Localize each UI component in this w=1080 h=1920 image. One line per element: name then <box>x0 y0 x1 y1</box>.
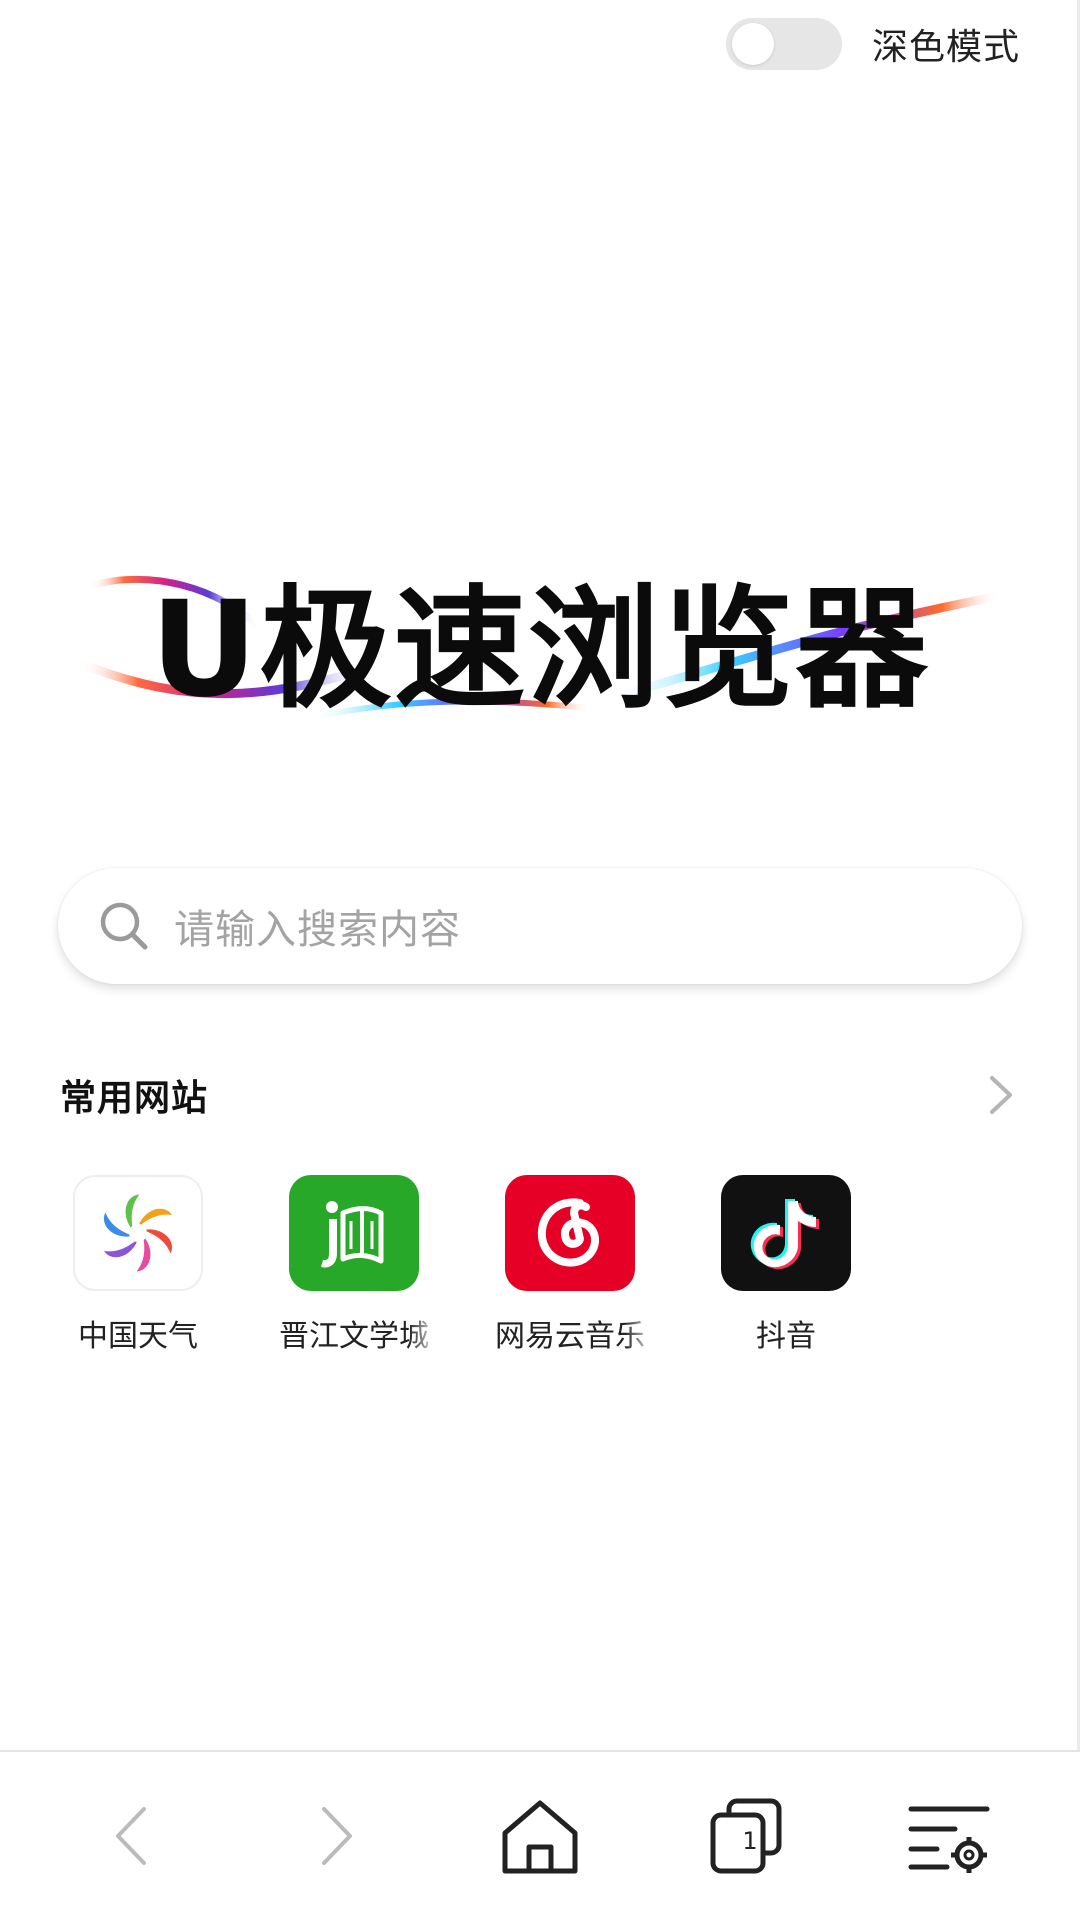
home-button[interactable] <box>485 1781 595 1891</box>
site-jjwxc[interactable]: 晋江文学城 <box>246 1175 462 1355</box>
search-icon <box>100 902 148 950</box>
dark-mode-label: 深色模式 <box>871 27 1020 68</box>
menu-settings-icon <box>908 1806 990 1873</box>
common-sites-title: 常用网站 <box>60 1078 209 1119</box>
dark-mode-control: 深色模式 <box>725 18 1020 70</box>
back-button[interactable] <box>77 1781 187 1891</box>
site-douyin[interactable]: 抖音 <box>678 1175 894 1355</box>
site-label: 中国天气 <box>78 1319 198 1354</box>
forward-button[interactable] <box>281 1781 391 1891</box>
site-netease-music[interactable]: 网易云音乐 <box>462 1175 678 1355</box>
menu-button[interactable] <box>893 1781 1003 1891</box>
china-weather-icon <box>73 1175 203 1291</box>
toggle-knob <box>731 23 774 65</box>
common-sites-header: 常用网站 <box>60 1065 1020 1125</box>
douyin-icon <box>721 1175 851 1291</box>
netease-music-icon <box>505 1175 635 1291</box>
chevron-right-icon[interactable] <box>980 1070 1020 1120</box>
dark-mode-toggle[interactable] <box>725 18 842 70</box>
browser-home-page: 深色模式 U极速浏览器 请输入搜索内容 常用网站 中国天气 晋江文学城 网易云音… <box>0 0 1080 1920</box>
site-label: 晋江文学城 <box>279 1319 429 1354</box>
common-sites-grid: 中国天气 晋江文学城 网易云音乐 抖音 <box>30 1175 894 1355</box>
home-icon <box>502 1800 578 1874</box>
chevron-right-icon <box>322 1807 352 1865</box>
jjwxc-icon <box>289 1175 419 1291</box>
site-china-weather[interactable]: 中国天气 <box>30 1175 246 1355</box>
tabs-count: 1 <box>742 1827 758 1855</box>
chevron-left-icon <box>116 1807 146 1865</box>
logo-text: U极速浏览器 <box>150 572 930 727</box>
browser-logo: U极速浏览器 <box>70 548 1010 728</box>
bottom-nav: 1 <box>0 1750 1080 1920</box>
search-bar[interactable]: 请输入搜索内容 <box>58 868 1022 984</box>
search-input[interactable]: 请输入搜索内容 <box>174 897 461 955</box>
tabs-button[interactable]: 1 <box>689 1781 799 1891</box>
site-label: 抖音 <box>756 1319 816 1354</box>
site-label: 网易云音乐 <box>495 1319 645 1354</box>
